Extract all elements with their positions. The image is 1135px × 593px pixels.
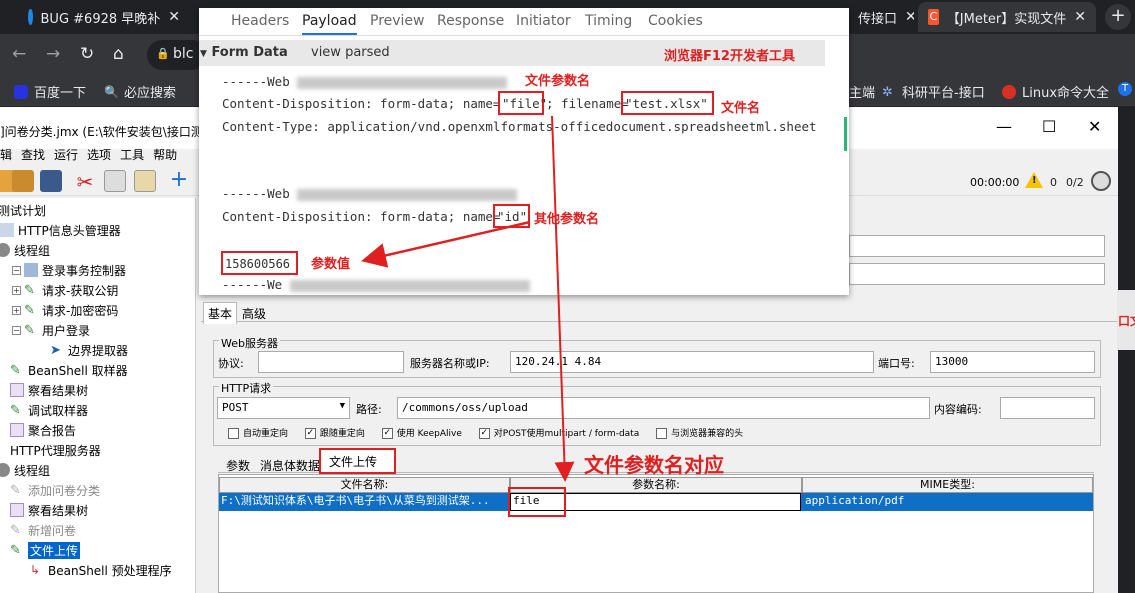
annotation-arrows: [361, 115, 575, 482]
arrow-file-to-param: [551, 115, 575, 482]
arrow-to-value: [361, 220, 531, 268]
